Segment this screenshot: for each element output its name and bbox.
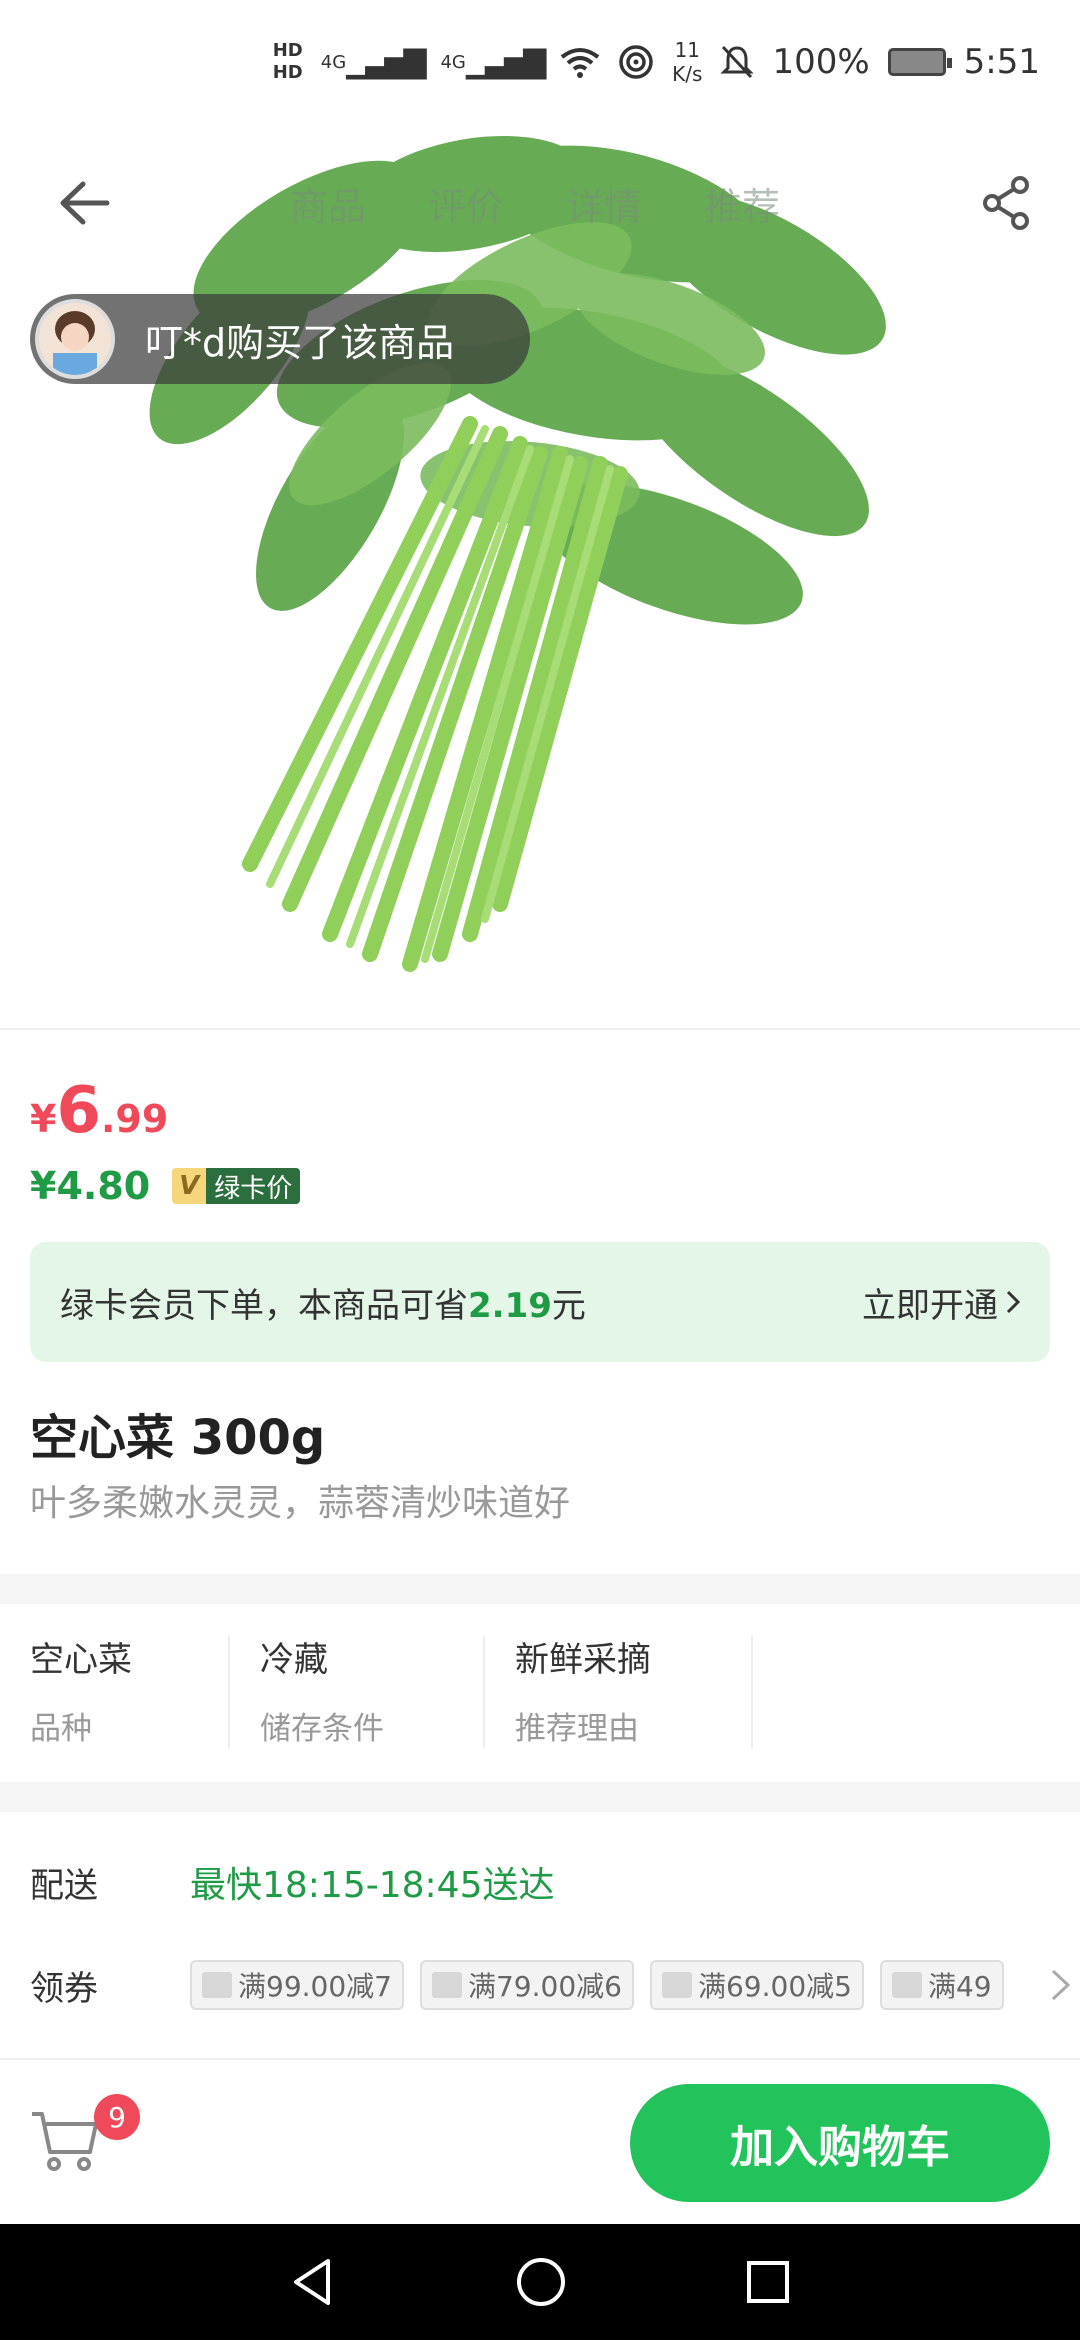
- product-title: 空心菜 300g: [30, 1410, 326, 1466]
- vip-icon: V: [172, 1168, 207, 1204]
- delivery-row[interactable]: 配送 最快18:15-18:45送达: [30, 1856, 554, 1908]
- attr-divider: [751, 1636, 753, 1748]
- product-attributes: 空心菜 品种 冷藏 储存条件 新鲜采摘 推荐理由: [0, 1604, 1080, 1782]
- coupon-chip[interactable]: 满99.00减7: [190, 1960, 404, 2010]
- member-price: ¥4.80: [30, 1164, 151, 1208]
- top-nav: 商品 评价 详情 推荐: [0, 150, 1080, 250]
- vip-tag: V 绿卡价: [172, 1168, 301, 1204]
- mute-icon: [720, 44, 755, 80]
- attr-storage: 冷藏 储存条件: [230, 1604, 485, 1782]
- back-arrow-icon: [60, 181, 110, 225]
- member-price-row: ¥4.80 V 绿卡价: [30, 1164, 301, 1208]
- coupon-label: 领券: [30, 1968, 98, 2009]
- toast-text: 叮*d购买了该商品: [145, 320, 455, 365]
- add-to-cart-button[interactable]: 加入购物车: [630, 2084, 1050, 2202]
- product-image[interactable]: [0, 124, 1080, 1024]
- cart-icon: [32, 2112, 98, 2171]
- purchase-toast: 叮*d购买了该商品: [30, 294, 530, 384]
- water-spinach-illustration: [149, 135, 886, 972]
- nav-back-icon[interactable]: [288, 2255, 338, 2309]
- coupon-chip[interactable]: 满79.00减6: [419, 1960, 634, 2010]
- coupon-list: 满99.00减7 满79.00减6 满69.00减5 满49: [190, 1960, 1050, 2010]
- network-1-label: 4G: [320, 51, 347, 73]
- speed-unit: K/s: [672, 62, 703, 86]
- vip-label: 绿卡价: [206, 1168, 301, 1204]
- network-2-label: 4G: [440, 51, 466, 73]
- coupon-row[interactable]: 领券 满99.00减7 满79.00减6 满69.00减5 满49: [30, 1960, 1080, 2010]
- sim2-label: HD: [272, 62, 303, 83]
- sim1-label: HD: [272, 40, 303, 61]
- crown-icon: [891, 1972, 922, 1998]
- battery-icon: [887, 48, 952, 76]
- signal-1-icon: 4G ▁▃▅▇: [320, 44, 427, 80]
- attr-label: 推荐理由: [515, 1711, 639, 1747]
- chevron-right-icon[interactable]: [1050, 1968, 1072, 2002]
- attr-value: 冷藏: [260, 1640, 328, 1680]
- banner-prefix: 绿卡会员下单，本商品可省: [60, 1285, 468, 1326]
- nav-recents-icon[interactable]: [744, 2258, 792, 2306]
- coupon-chip[interactable]: 满49: [879, 1960, 1004, 2010]
- speed-value: 11: [674, 38, 701, 62]
- signal-2-icon: 4G ▁▃▅▇: [440, 44, 546, 80]
- clock: 5:51: [963, 42, 1040, 82]
- savings-amount: 2.19: [468, 1285, 552, 1326]
- network-speed: 11 K/s: [672, 38, 702, 86]
- product-subtitle: 叶多柔嫩水灵灵，蒜蓉清炒味道好: [30, 1483, 571, 1524]
- member-banner-text: 绿卡会员下单，本商品可省2.19元: [60, 1278, 586, 1327]
- crown-icon: [202, 1972, 232, 1998]
- attr-value: 新鲜采摘: [515, 1640, 651, 1680]
- divider: [0, 1574, 1080, 1604]
- price-integer: 6: [56, 1074, 101, 1148]
- tab-reviews[interactable]: 评价: [428, 176, 504, 231]
- attr-label: 品种: [30, 1711, 92, 1747]
- chevron-right-icon: [1006, 1290, 1020, 1314]
- divider: [0, 1782, 1080, 1812]
- attr-reason: 新鲜采摘 推荐理由: [485, 1604, 753, 1782]
- wifi-icon: [560, 45, 600, 79]
- cart-button[interactable]: [30, 2108, 104, 2178]
- coupon-text: 满79.00减6: [467, 1970, 622, 2003]
- status-bar: HD HD 4G ▁▃▅▇ 4G ▁▃▅▇ 11 K/s 100% 5:51: [0, 0, 1080, 124]
- crown-icon: [431, 1972, 462, 1998]
- price-decimal: .99: [100, 1097, 169, 1141]
- share-button[interactable]: [972, 168, 1042, 238]
- coupon-text: 满49: [927, 1970, 992, 2003]
- attr-value: 空心菜: [30, 1640, 132, 1680]
- battery-percent: 100%: [772, 42, 870, 82]
- price-section: ¥ 6 .99 ¥4.80 V 绿卡价: [0, 1028, 1080, 1228]
- delivery-label: 配送: [30, 1865, 98, 1906]
- attr-variety: 空心菜 品种: [0, 1604, 230, 1782]
- member-banner[interactable]: 绿卡会员下单，本商品可省2.19元 立即开通: [30, 1242, 1050, 1362]
- nav-tabs: 商品 评价 详情 推荐: [290, 176, 780, 231]
- cart-count-badge: 9: [94, 2094, 140, 2140]
- tab-product[interactable]: 商品: [290, 176, 366, 231]
- nav-home-icon[interactable]: [514, 2255, 568, 2309]
- coupon-text: 满99.00减7: [238, 1970, 392, 2003]
- back-button[interactable]: [50, 168, 120, 238]
- avatar: [35, 299, 115, 379]
- tab-recommend[interactable]: 推荐: [704, 176, 780, 231]
- attr-label: 储存条件: [260, 1711, 384, 1747]
- delivery-time: 最快18:15-18:45送达: [190, 1865, 555, 1906]
- coupon-text: 满69.00减5: [697, 1970, 852, 2003]
- tab-details[interactable]: 详情: [566, 176, 642, 231]
- dual-sim-icon: HD HD: [273, 40, 303, 84]
- bottom-action-bar: 9 加入购物车: [0, 2058, 1080, 2224]
- hotspot-icon: [618, 44, 654, 80]
- banner-suffix: 元: [551, 1285, 586, 1326]
- coupon-chip[interactable]: 满69.00减5: [649, 1960, 864, 2010]
- open-membership-button[interactable]: 立即开通: [862, 1278, 1020, 1327]
- open-membership-label: 立即开通: [862, 1285, 998, 1326]
- share-icon: [983, 176, 1029, 230]
- price: ¥ 6 .99: [30, 1074, 168, 1148]
- system-nav-bar: [0, 2224, 1080, 2340]
- crown-icon: [661, 1972, 692, 1998]
- price-currency: ¥: [30, 1097, 57, 1141]
